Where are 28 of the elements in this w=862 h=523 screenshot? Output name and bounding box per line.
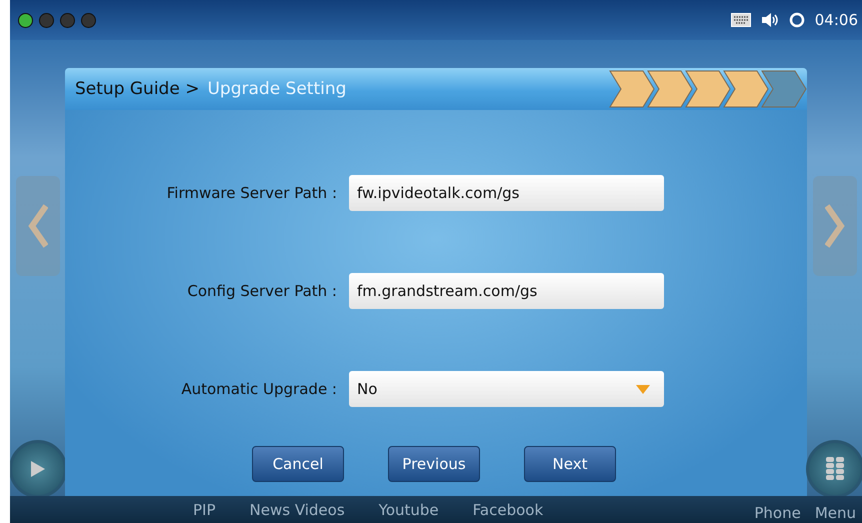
breadcrumb: Setup Guide > xyxy=(75,79,200,99)
play-button[interactable] xyxy=(10,440,66,498)
sync-icon[interactable] xyxy=(788,12,805,28)
field-label: Config Server Path : xyxy=(186,282,338,300)
apps-button[interactable] xyxy=(806,440,862,498)
input-field[interactable]: fm.grandstream.com/gs xyxy=(349,273,664,309)
dropdown-arrow-icon xyxy=(636,384,650,394)
field-label: Automatic Upgrade : xyxy=(180,380,338,398)
field-label: Firmware Server Path : xyxy=(166,184,338,202)
dropdown-field[interactable]: No xyxy=(349,371,664,407)
play-icon xyxy=(30,460,46,478)
speaker-icon[interactable] xyxy=(760,12,779,28)
dock-item[interactable]: News Videos xyxy=(250,500,345,518)
dialog-title: Upgrade Setting xyxy=(207,79,346,99)
input-field[interactable]: fw.ipvideotalk.com/gs xyxy=(349,175,664,211)
dialog-button[interactable]: Next xyxy=(524,446,616,482)
grid-icon xyxy=(826,457,844,481)
dialog-button[interactable]: Cancel xyxy=(252,446,344,482)
chevron-right-icon xyxy=(824,204,844,248)
dock-item[interactable]: Facebook xyxy=(472,500,544,518)
chevron-left-icon xyxy=(28,204,48,248)
dock-item[interactable]: Menu xyxy=(814,504,856,522)
dialog-button[interactable]: Previous xyxy=(388,446,480,482)
keyboard-icon[interactable] xyxy=(730,13,751,27)
dock-item[interactable]: Phone xyxy=(754,504,801,522)
dock-item[interactable]: PIP xyxy=(193,500,216,518)
clock-time: 04:06 xyxy=(814,11,858,29)
dock-item[interactable]: Youtube xyxy=(378,500,439,518)
